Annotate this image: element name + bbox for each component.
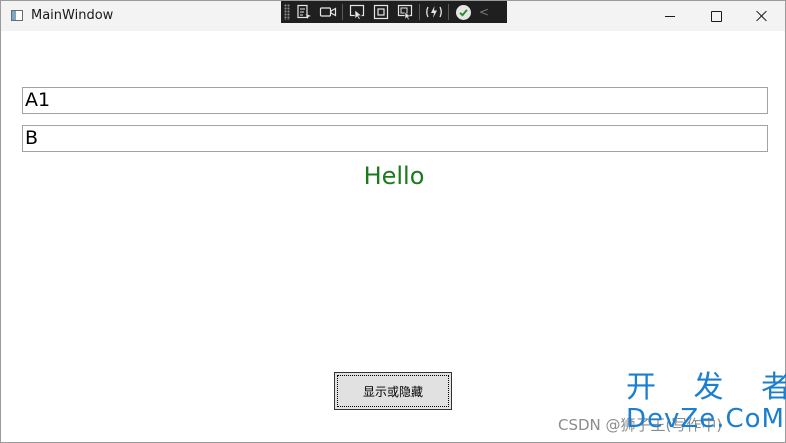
- record-icon[interactable]: [318, 2, 338, 22]
- devze-logo-cn: 开 发 者: [626, 370, 786, 405]
- textbox-b[interactable]: B: [22, 125, 768, 152]
- collapse-chevron-icon[interactable]: <: [479, 5, 489, 19]
- hello-label: Hello: [363, 162, 425, 190]
- minimize-button[interactable]: [647, 1, 693, 31]
- minimize-icon: [665, 15, 675, 17]
- window-title: MainWindow: [31, 8, 114, 23]
- textbox-a[interactable]: A1: [22, 87, 768, 114]
- live-visual-tree-icon[interactable]: [294, 2, 314, 22]
- maximize-icon: [710, 10, 722, 22]
- app-window-icon: [11, 10, 23, 21]
- close-button[interactable]: [739, 1, 785, 31]
- select-element-icon[interactable]: [347, 2, 367, 22]
- xaml-debug-toolbar: <: [281, 1, 507, 23]
- display-layout-adorners-icon[interactable]: [371, 2, 391, 22]
- close-icon: [756, 10, 768, 22]
- maximize-button[interactable]: [693, 1, 739, 31]
- toolbar-grip-icon[interactable]: [284, 4, 290, 20]
- toolbar-separator: [342, 4, 343, 20]
- devze-logo-en: DevZe.CoM: [626, 404, 785, 434]
- show-hide-button[interactable]: 显示或隐藏: [334, 372, 452, 410]
- toolbar-separator: [448, 4, 449, 20]
- devze-logo-watermark: 开 发 者 DevZe.CoM: [626, 370, 786, 436]
- toolbar-separator: [419, 4, 420, 20]
- check-icon[interactable]: [453, 2, 473, 22]
- track-focus-icon[interactable]: [395, 2, 415, 22]
- hot-reload-icon[interactable]: [424, 2, 444, 22]
- show-hide-button-label: 显示或隐藏: [362, 384, 423, 399]
